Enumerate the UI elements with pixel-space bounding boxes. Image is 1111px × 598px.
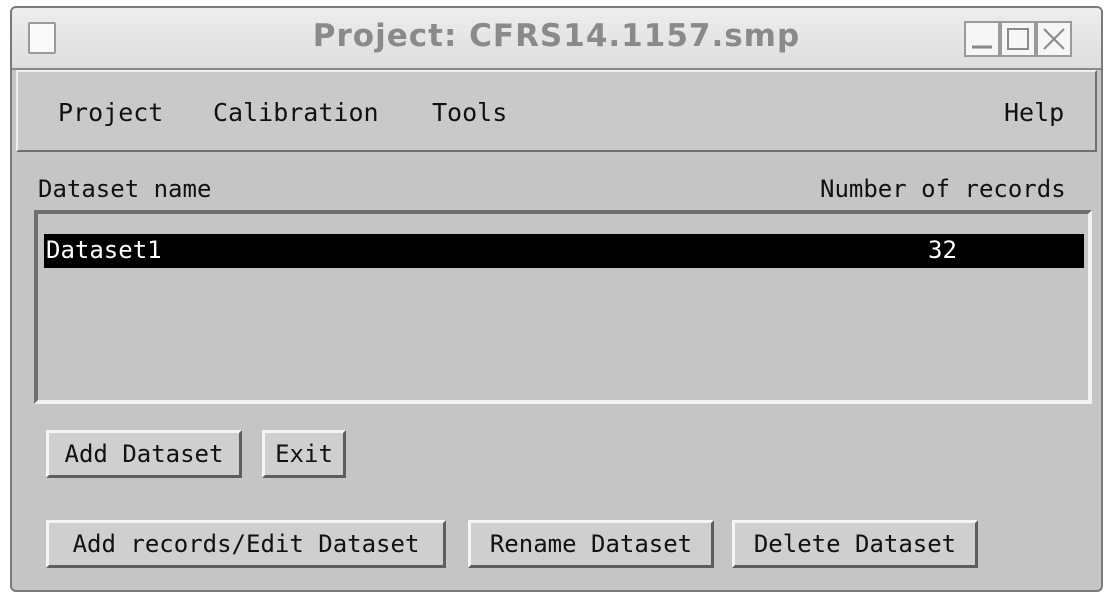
menu-bar: Project Calibration Tools Help <box>16 70 1097 152</box>
minimize-icon <box>972 45 992 49</box>
menu-help[interactable]: Help <box>1004 98 1064 127</box>
column-header-dataset-name: Dataset name <box>38 175 212 203</box>
delete-dataset-button[interactable]: Delete Dataset <box>732 520 978 568</box>
list-item[interactable]: Dataset1 32 <box>44 234 1084 268</box>
maximize-icon <box>1007 28 1029 50</box>
rename-dataset-button[interactable]: Rename Dataset <box>468 520 714 568</box>
menu-calibration[interactable]: Calibration <box>213 98 379 127</box>
minimize-button[interactable] <box>964 21 1000 57</box>
exit-button[interactable]: Exit <box>262 430 346 478</box>
close-icon <box>1043 28 1065 50</box>
add-dataset-button[interactable]: Add Dataset <box>46 430 242 478</box>
column-header-record-count: Number of records <box>820 175 1066 203</box>
window-title: Project: CFRS14.1157.smp <box>312 18 801 54</box>
title-bar[interactable]: Project: CFRS14.1157.smp <box>12 8 1101 70</box>
menu-tools[interactable]: Tools <box>432 98 507 127</box>
dataset-name-cell: Dataset1 <box>46 236 162 264</box>
dataset-list[interactable]: Dataset1 32 <box>34 210 1092 404</box>
menu-project[interactable]: Project <box>58 98 163 127</box>
maximize-button[interactable] <box>1000 21 1036 57</box>
record-count-cell: 32 <box>928 236 957 264</box>
edit-dataset-button[interactable]: Add records/Edit Dataset <box>46 520 446 568</box>
main-window: Project: CFRS14.1157.smp Project Calibra… <box>10 6 1103 592</box>
close-button[interactable] <box>1036 21 1072 57</box>
